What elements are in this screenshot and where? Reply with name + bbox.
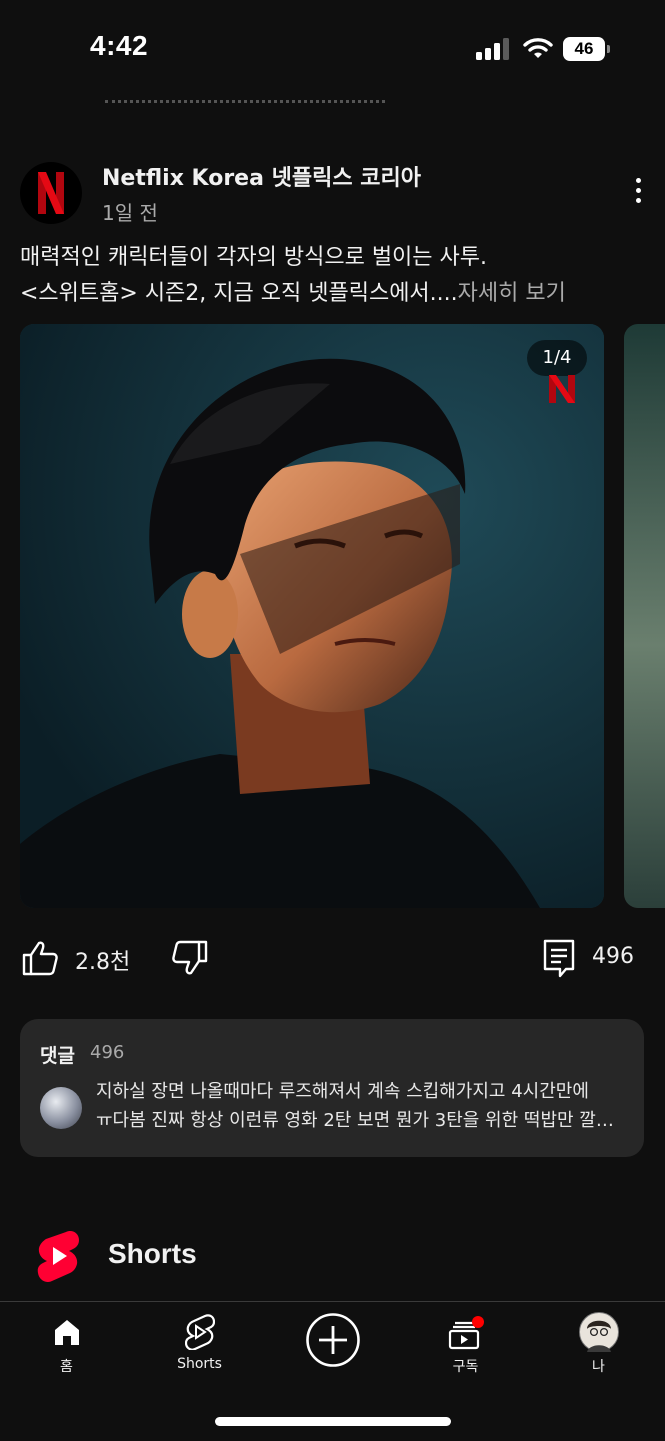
wifi-icon	[523, 38, 553, 58]
post-text-line: 매력적인 캐릭터들이 각자의 방식으로 벌이는 사투.	[20, 245, 488, 270]
netflix-logo-icon	[549, 375, 575, 403]
nav-you-label: 나	[592, 1359, 605, 1375]
channel-name[interactable]: Netflix Korea 넷플릭스 코리아	[102, 160, 421, 192]
comment-line: ㅠ다봄 진짜 항상 이런류 영화 2탄 보면 뭔가 3탄을 위한 떡밥만 깔고 …	[96, 1110, 628, 1131]
more-options-button[interactable]	[626, 178, 650, 210]
cellular-signal-icon	[476, 38, 509, 60]
comments-button[interactable]: 496	[540, 936, 650, 980]
comment-count: 496	[592, 944, 634, 969]
top-comment-text: 지하실 장면 나올때마다 루즈해져서 계속 스킵해가지고 4시간만에 ㅠ다봄 진…	[96, 1077, 628, 1135]
create-icon	[305, 1313, 360, 1367]
nav-you[interactable]: 나	[532, 1302, 665, 1392]
battery-level: 46	[574, 39, 594, 58]
status-time: 4:42	[90, 30, 149, 61]
portrait-photo	[20, 324, 604, 908]
nav-subscriptions[interactable]: 구독	[399, 1302, 532, 1392]
nav-shorts[interactable]: Shorts	[133, 1302, 266, 1392]
nav-subscriptions-label: 구독	[452, 1359, 479, 1375]
next-image-preview[interactable]	[624, 324, 665, 908]
comments-preview-card[interactable]: 댓글 496 지하실 장면 나올때마다 루즈해져서 계속 스킵해가지고 4시간만…	[20, 1019, 644, 1157]
subscriptions-icon	[448, 1316, 484, 1350]
nav-shorts-label: Shorts	[177, 1356, 222, 1372]
post-text[interactable]: 매력적인 캐릭터들이 각자의 방식으로 벌이는 사투. <스위트홈> 시즌2, …	[20, 240, 650, 312]
shorts-section-title: Shorts	[108, 1238, 197, 1269]
avatar	[578, 1312, 619, 1352]
channel-avatar[interactable]	[20, 162, 82, 224]
dislike-button[interactable]	[170, 938, 210, 978]
home-indicator	[215, 1417, 451, 1426]
comment-icon	[543, 939, 575, 978]
battery-icon: 46	[563, 37, 611, 61]
comments-count: 496	[90, 1042, 125, 1063]
home-icon	[54, 1320, 79, 1345]
thumbs-down-icon	[172, 940, 208, 975]
thumbs-up-icon	[22, 941, 58, 976]
image-page-indicator: 1/4	[527, 340, 587, 376]
post-text-line: <스위트홈> 시즌2, 지금 오직 넷플릭스에서....	[20, 281, 458, 306]
previous-post-remnant	[105, 94, 385, 104]
read-more-link[interactable]: 자세히 보기	[458, 281, 566, 306]
comment-line: 지하실 장면 나올때마다 루즈해져서 계속 스킵해가지고 4시간만에	[96, 1081, 589, 1102]
nav-create[interactable]	[266, 1302, 399, 1392]
shorts-logo-icon	[37, 1231, 79, 1282]
post-image[interactable]	[20, 324, 604, 908]
comments-title: 댓글	[40, 1045, 75, 1067]
nav-home-label: 홈	[60, 1359, 73, 1375]
like-count: 2.8천	[75, 950, 131, 975]
post-time: 1일 전	[102, 201, 158, 225]
nav-home[interactable]: 홈	[0, 1302, 133, 1392]
like-button[interactable]: 2.8천	[20, 938, 140, 978]
shorts-icon	[184, 1314, 215, 1350]
netflix-logo-icon	[38, 172, 64, 214]
commenter-avatar	[40, 1087, 82, 1129]
